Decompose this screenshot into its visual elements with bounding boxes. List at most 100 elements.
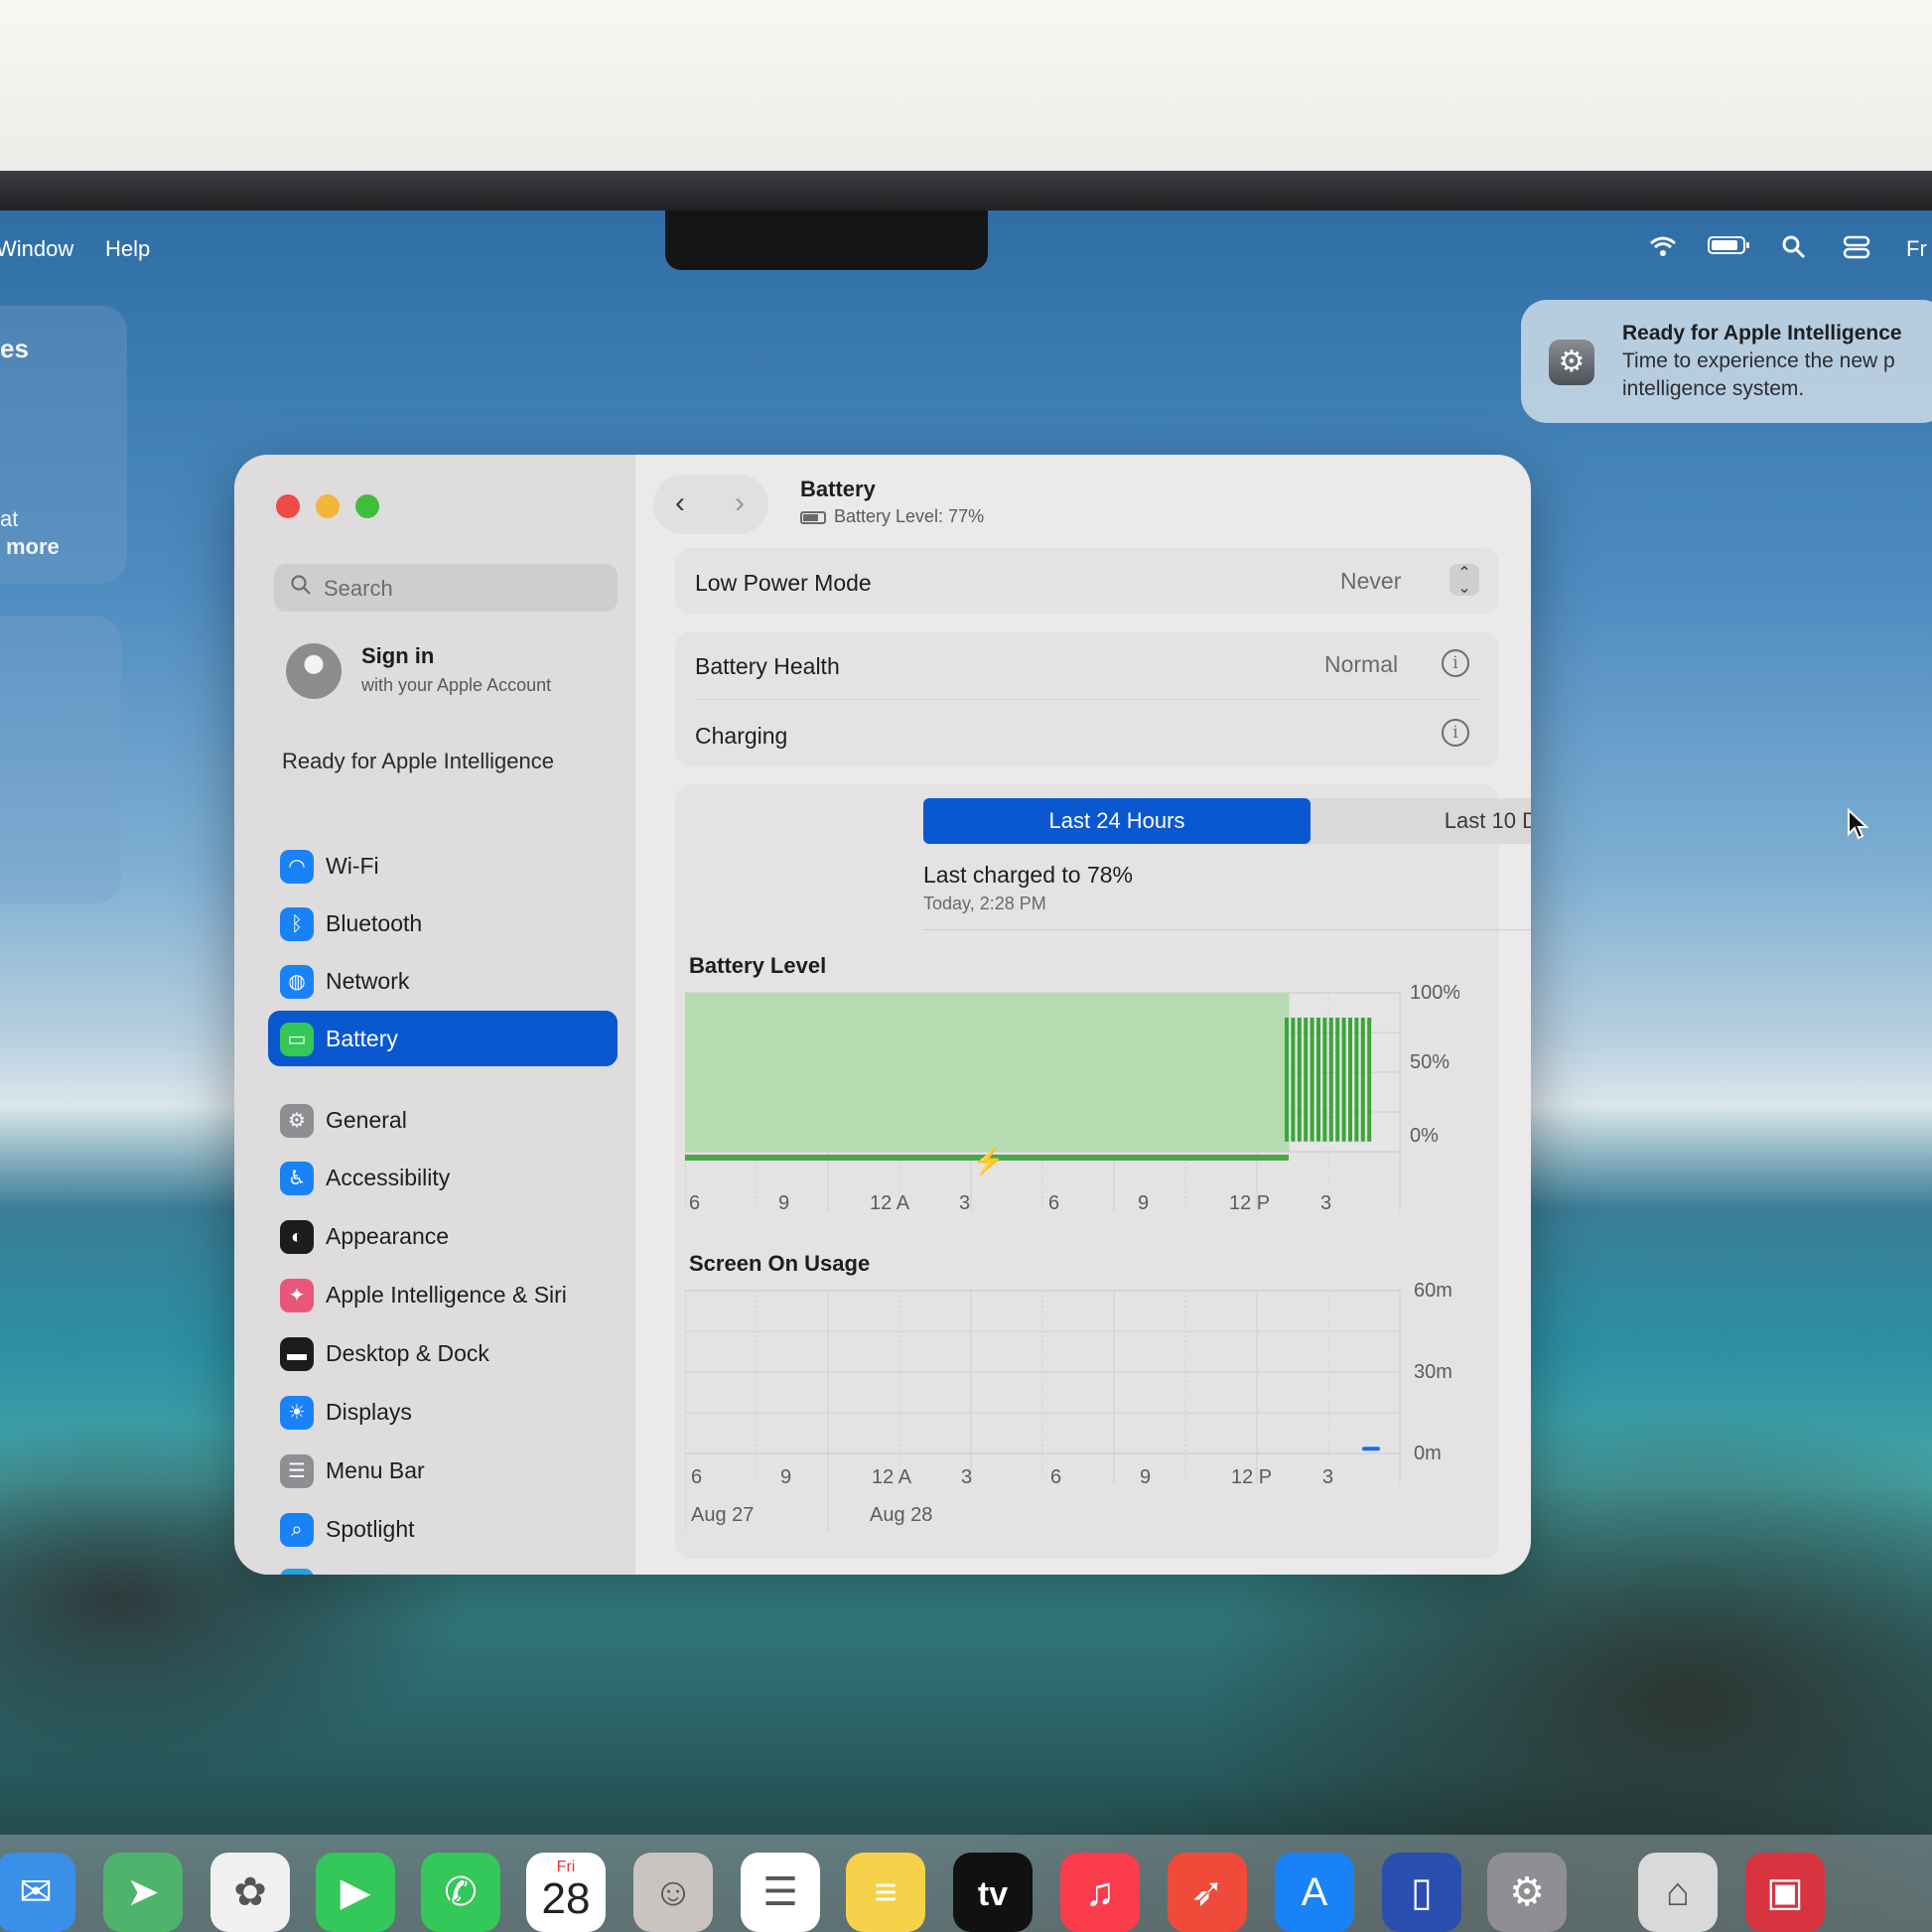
- info-icon[interactable]: i: [1442, 649, 1469, 677]
- mouse-cursor-icon: [1848, 808, 1869, 840]
- sidebar-item-appearance[interactable]: ◐ Appearance: [268, 1208, 618, 1264]
- sidebar-item-apple-intelligence-siri[interactable]: ✦ Apple Intelligence & Siri: [268, 1267, 618, 1322]
- tab-last-24-hours[interactable]: Last 24 Hours: [923, 798, 1311, 844]
- popup-stepper-icon[interactable]: ⌃ ⌄: [1449, 564, 1479, 597]
- sidebar-item-label: Battery: [326, 1026, 398, 1051]
- battery-level-bar: [1322, 1018, 1327, 1142]
- wifi-status-icon[interactable]: [1648, 234, 1678, 265]
- sidebar-item-menu-bar[interactable]: ☰ Menu Bar: [268, 1443, 618, 1498]
- battery-level-bar: [1367, 1018, 1372, 1142]
- sign-in-subtitle: with your Apple Account: [361, 675, 552, 695]
- sidebar-item-desktop-dock[interactable]: ▬ Desktop & Dock: [268, 1325, 618, 1381]
- battery-health-row: Battery Health Normal i: [675, 631, 1499, 697]
- menu-window[interactable]: Window: [0, 236, 73, 262]
- battery-level-bar: [1285, 1018, 1289, 1142]
- x-tick-label: 9: [780, 1466, 791, 1488]
- x-tick-label: 9: [778, 1192, 789, 1214]
- desktop-widget-bottom[interactable]: [0, 616, 121, 903]
- sidebar-item-wallpaper[interactable]: ❀ Wallpaper: [268, 1557, 618, 1575]
- utility-icon[interactable]: ⌂: [1638, 1853, 1718, 1932]
- y-tick-label: 30m: [1414, 1361, 1452, 1383]
- charging-area-bar: [1202, 993, 1290, 1152]
- sidebar-item-label: Wallpaper: [326, 1572, 428, 1575]
- tv-label: tv: [977, 1875, 1009, 1913]
- battery-level-text: Battery Level: 77%: [834, 506, 985, 526]
- iphone-mirroring-icon[interactable]: ▯: [1382, 1853, 1461, 1932]
- low-power-value[interactable]: Never: [1340, 568, 1401, 595]
- low-power-row: Low Power Mode Never ⌃ ⌄: [675, 548, 1499, 614]
- tv-icon[interactable]: tv: [953, 1853, 1033, 1932]
- y-tick-label: 60m: [1414, 1281, 1452, 1302]
- settings-icon[interactable]: ⚙: [1487, 1853, 1567, 1932]
- siri-icon: ✦: [280, 1279, 314, 1312]
- sidebar-item-general[interactable]: ⚙ General: [268, 1092, 618, 1148]
- sun-icon: ☀: [280, 1396, 314, 1430]
- mail-icon[interactable]: ✉: [0, 1853, 75, 1932]
- close-button[interactable]: [276, 494, 300, 518]
- y-tick-label: 0%: [1410, 1125, 1439, 1147]
- x-tick-label: 3: [1320, 1192, 1331, 1214]
- battery-status-icon[interactable]: [1708, 234, 1751, 263]
- battery-health-value: Normal: [1324, 651, 1399, 677]
- sidebar-item-battery[interactable]: ▭ Battery: [268, 1011, 618, 1066]
- sidebar-item-apple-intelligence-ready[interactable]: Ready for Apple Intelligence: [282, 749, 554, 774]
- battery-level-chart: ⚡ 100% 50% 0% 6 9 12 A 3 6 9 12 P 3: [685, 983, 1459, 1214]
- reminders-icon[interactable]: ☰: [741, 1853, 820, 1932]
- page-subtitle: Battery Level: 77%: [800, 506, 984, 527]
- sidebar-item-label: Accessibility: [326, 1165, 451, 1190]
- battery-level-bar: [1316, 1018, 1320, 1142]
- maps-icon[interactable]: ➤: [103, 1853, 183, 1932]
- charging-area-bar: [857, 993, 945, 1152]
- last-charged-time: Today, 2:28 PM: [923, 894, 1046, 913]
- menubar-icon: ☰: [280, 1454, 314, 1488]
- menubar-clock[interactable]: Fr: [1906, 236, 1927, 262]
- y-tick-label: 100%: [1410, 983, 1459, 1004]
- tab-last-10-days[interactable]: Last 10 Days: [1314, 798, 1531, 844]
- notes-icon[interactable]: ≡: [846, 1853, 925, 1932]
- wall-background: [0, 0, 1932, 174]
- contacts-icon[interactable]: ☺: [633, 1853, 713, 1932]
- calendar-icon[interactable]: Fri 28: [526, 1853, 606, 1932]
- info-icon[interactable]: i: [1442, 719, 1469, 747]
- x-tick-label: 3: [961, 1466, 972, 1488]
- sidebar-item-network[interactable]: ◍ Network: [268, 953, 618, 1009]
- search-status-icon[interactable]: [1781, 234, 1807, 267]
- zoom-button[interactable]: [355, 494, 379, 518]
- sidebar-item-bluetooth[interactable]: ᛒ Bluetooth: [268, 896, 618, 951]
- search-placeholder: Search: [324, 576, 393, 601]
- facetime-icon[interactable]: ▶: [316, 1853, 395, 1932]
- notification-banner[interactable]: ⚙ Ready for Apple Intelligence Time to e…: [1521, 300, 1932, 423]
- sidebar-item-displays[interactable]: ☀ Displays: [268, 1384, 618, 1440]
- rocket-icon[interactable]: ➶: [1168, 1853, 1247, 1932]
- widget-text: more: [6, 534, 60, 559]
- sidebar-item-label: Apple Intelligence & Siri: [326, 1282, 567, 1308]
- sidebar-item-label: General: [326, 1107, 407, 1133]
- photos-icon[interactable]: ✿: [210, 1853, 290, 1932]
- x-tick-label: 9: [1138, 1192, 1149, 1214]
- appstore-icon[interactable]: A: [1275, 1853, 1354, 1932]
- forward-icon[interactable]: ›: [735, 486, 745, 520]
- globe-icon: ◍: [280, 965, 314, 999]
- desktop-widget-top[interactable]: es at more: [0, 306, 127, 584]
- notification-title: Ready for Apple Intelligence: [1622, 322, 1902, 345]
- sidebar-item-wi-fi[interactable]: ◠ Wi-Fi: [268, 838, 618, 894]
- health-charging-card: Battery Health Normal i Charging i: [675, 631, 1499, 766]
- sidebar-item-label: Spotlight: [326, 1516, 415, 1542]
- battery-level-bar: [1297, 1018, 1302, 1142]
- appearance-icon: ◐: [280, 1220, 314, 1254]
- archive-icon[interactable]: ▣: [1745, 1853, 1825, 1932]
- widget-text: at: [0, 506, 19, 531]
- control-center-icon[interactable]: [1843, 234, 1870, 267]
- sidebar-item-label: Wi-Fi: [326, 853, 379, 879]
- music-icon[interactable]: ♫: [1060, 1853, 1140, 1932]
- back-icon[interactable]: ‹: [675, 486, 685, 520]
- sidebar-item-spotlight[interactable]: ⌕ Spotlight: [268, 1501, 618, 1557]
- sidebar-item-accessibility[interactable]: ♿ Accessibility: [268, 1150, 618, 1205]
- charging-area-bar: [685, 993, 772, 1152]
- minimize-button[interactable]: [316, 494, 340, 518]
- charging-area-bar: [943, 993, 1031, 1152]
- charging-label: Charging: [695, 723, 788, 749]
- search-input[interactable]: Search: [274, 564, 618, 612]
- phone-icon[interactable]: ✆: [421, 1853, 500, 1932]
- menu-help[interactable]: Help: [105, 236, 150, 262]
